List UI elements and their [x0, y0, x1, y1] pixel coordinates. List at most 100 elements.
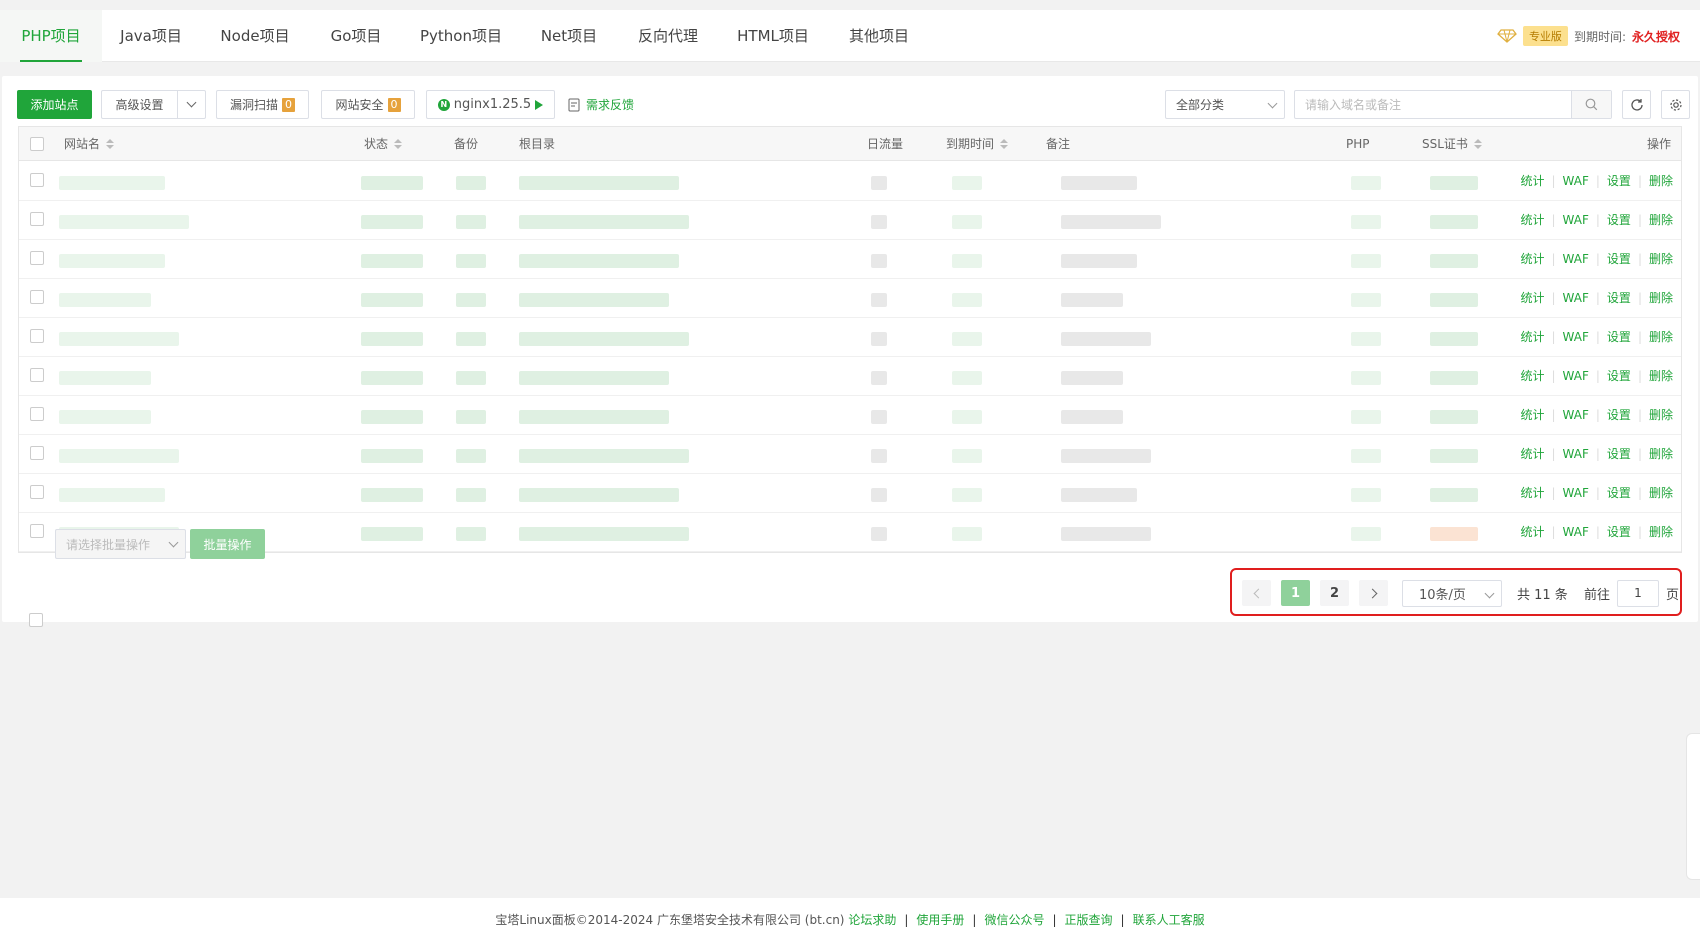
advanced-settings-button[interactable]: 高级设置 [101, 90, 178, 119]
batch-action-button[interactable]: 批量操作 [190, 529, 265, 559]
stats-link[interactable]: 统计 [1520, 162, 1544, 201]
tab-java[interactable]: Java项目 [102, 10, 200, 62]
site-settings-link[interactable]: 设置 [1607, 162, 1631, 201]
tab-net[interactable]: Net项目 [520, 10, 618, 62]
delete-link[interactable]: 删除 [1649, 435, 1673, 474]
refresh-button[interactable] [1622, 90, 1651, 119]
site-settings-link[interactable]: 设置 [1607, 513, 1631, 552]
forum-link[interactable]: 论坛求助 [848, 913, 896, 927]
redacted-expire [952, 254, 982, 268]
per-page-select[interactable]: 10条/页 [1402, 580, 1502, 607]
select-all-checkbox[interactable] [30, 137, 44, 151]
copyright-text: 宝塔Linux面板©2014-2024 广东堡塔安全技术有限公司 (bt.cn) [495, 913, 845, 927]
stats-link[interactable]: 统计 [1520, 435, 1544, 474]
waf-link[interactable]: WAF [1563, 201, 1589, 240]
advanced-settings-dropdown[interactable] [177, 90, 206, 119]
tab-node[interactable]: Node项目 [200, 10, 310, 62]
search-input[interactable] [1295, 91, 1565, 118]
page-1-button[interactable]: 1 [1281, 580, 1310, 606]
separator: | [1637, 525, 1642, 539]
tab-other[interactable]: 其他项目 [828, 10, 930, 62]
delete-link[interactable]: 删除 [1649, 162, 1673, 201]
stats-link[interactable]: 统计 [1520, 240, 1544, 279]
stats-link[interactable]: 统计 [1520, 201, 1544, 240]
col-expire[interactable]: 到期时间 [946, 127, 1009, 161]
category-select[interactable]: 全部分类 [1165, 90, 1285, 119]
delete-link[interactable]: 删除 [1649, 318, 1673, 357]
stats-link[interactable]: 统计 [1520, 357, 1544, 396]
waf-link[interactable]: WAF [1563, 474, 1589, 513]
waf-link[interactable]: WAF [1563, 162, 1589, 201]
settings-button[interactable] [1661, 90, 1690, 119]
waf-link[interactable]: WAF [1563, 240, 1589, 279]
col-name[interactable]: 网站名 [64, 127, 115, 161]
feedback-link[interactable]: 需求反馈 [568, 90, 634, 119]
site-settings-link[interactable]: 设置 [1607, 435, 1631, 474]
next-page-button[interactable] [1359, 580, 1388, 606]
tab-html[interactable]: HTML项目 [718, 10, 828, 62]
delete-link[interactable]: 删除 [1649, 474, 1673, 513]
waf-link[interactable]: WAF [1563, 279, 1589, 318]
stats-link[interactable]: 统计 [1520, 279, 1544, 318]
row-checkbox[interactable] [30, 485, 44, 499]
row-checkbox[interactable] [30, 524, 44, 538]
row-checkbox[interactable] [30, 368, 44, 382]
search-button[interactable] [1571, 91, 1611, 118]
batch-action-select[interactable]: 请选择批量操作 [55, 529, 186, 559]
waf-link[interactable]: WAF [1563, 396, 1589, 435]
vuln-scan-button[interactable]: 漏洞扫描 0 [216, 90, 309, 119]
tab-python[interactable]: Python项目 [402, 10, 520, 62]
delete-link[interactable]: 删除 [1649, 357, 1673, 396]
site-settings-link[interactable]: 设置 [1607, 396, 1631, 435]
redacted-status [361, 332, 423, 346]
site-settings-link[interactable]: 设置 [1607, 318, 1631, 357]
row-checkbox[interactable] [30, 446, 44, 460]
floating-side-panel[interactable] [1686, 733, 1700, 880]
delete-link[interactable]: 删除 [1649, 240, 1673, 279]
tab-reverse-proxy[interactable]: 反向代理 [618, 10, 718, 62]
nginx-icon: N [437, 98, 450, 111]
delete-link[interactable]: 删除 [1649, 279, 1673, 318]
support-link[interactable]: 联系人工客服 [1133, 913, 1205, 927]
tab-php[interactable]: PHP项目 [0, 10, 102, 62]
footer-select-all-checkbox[interactable] [29, 613, 43, 627]
delete-link[interactable]: 删除 [1649, 513, 1673, 552]
row-checkbox[interactable] [30, 329, 44, 343]
stats-link[interactable]: 统计 [1520, 318, 1544, 357]
waf-link[interactable]: WAF [1563, 357, 1589, 396]
col-status[interactable]: 状态 [364, 127, 403, 161]
license-check-link[interactable]: 正版查询 [1065, 913, 1113, 927]
prev-page-button[interactable] [1242, 580, 1271, 606]
row-checkbox[interactable] [30, 173, 44, 187]
row-actions: 统计 | WAF | 设置 | 删除 [1520, 201, 1673, 240]
goto-page-input[interactable]: 1 [1617, 580, 1659, 607]
row-checkbox[interactable] [30, 251, 44, 265]
waf-link[interactable]: WAF [1563, 318, 1589, 357]
site-security-button[interactable]: 网站安全 0 [321, 90, 415, 119]
wechat-link[interactable]: 微信公众号 [984, 913, 1044, 927]
row-checkbox[interactable] [30, 407, 44, 421]
manual-link[interactable]: 使用手册 [916, 913, 964, 927]
expire-value[interactable]: 永久授权 [1632, 28, 1680, 45]
stats-link[interactable]: 统计 [1520, 513, 1544, 552]
delete-link[interactable]: 删除 [1649, 201, 1673, 240]
row-checkbox[interactable] [30, 212, 44, 226]
redacted-root-path [519, 254, 679, 268]
site-settings-link[interactable]: 设置 [1607, 240, 1631, 279]
row-checkbox[interactable] [30, 290, 44, 304]
site-settings-link[interactable]: 设置 [1607, 201, 1631, 240]
tab-go[interactable]: Go项目 [310, 10, 402, 62]
nginx-button[interactable]: N nginx1.25.5 [426, 90, 555, 119]
site-settings-link[interactable]: 设置 [1607, 279, 1631, 318]
site-settings-link[interactable]: 设置 [1607, 474, 1631, 513]
site-settings-link[interactable]: 设置 [1607, 357, 1631, 396]
waf-link[interactable]: WAF [1563, 513, 1589, 552]
waf-link[interactable]: WAF [1563, 435, 1589, 474]
table-row: 统计 | WAF | 设置 | 删除 [19, 279, 1681, 318]
stats-link[interactable]: 统计 [1520, 474, 1544, 513]
col-ssl[interactable]: SSL证书 [1422, 127, 1482, 161]
stats-link[interactable]: 统计 [1520, 396, 1544, 435]
page-2-button[interactable]: 2 [1320, 580, 1349, 606]
add-site-button[interactable]: 添加站点 [17, 90, 92, 119]
delete-link[interactable]: 删除 [1649, 396, 1673, 435]
